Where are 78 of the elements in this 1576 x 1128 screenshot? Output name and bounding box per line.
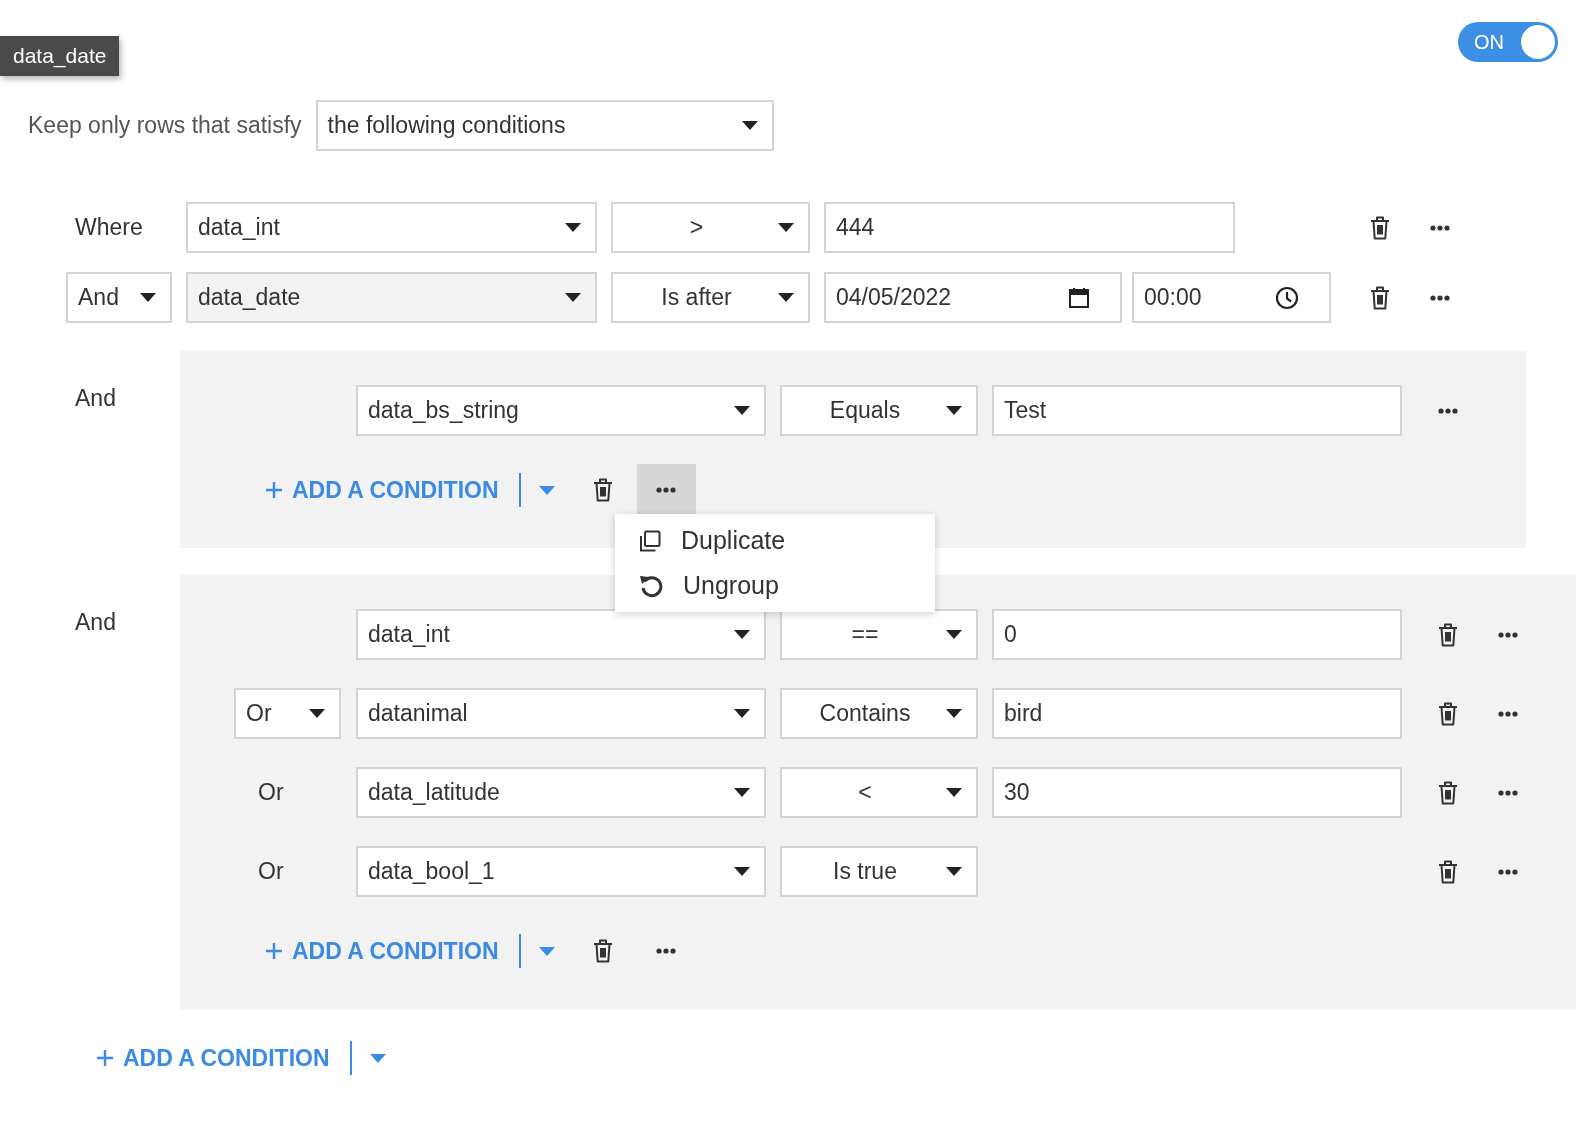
caret-icon — [946, 630, 962, 639]
column-dropdown[interactable]: datanimal — [356, 688, 766, 739]
column-dropdown[interactable]: data_int — [356, 609, 766, 660]
caret-icon — [309, 709, 325, 718]
mode-dropdown[interactable]: the following conditions — [315, 100, 774, 151]
conjunction-label: Or — [257, 779, 284, 806]
caret-icon — [946, 709, 962, 718]
trash-icon[interactable] — [1438, 701, 1458, 726]
trash-icon[interactable] — [1438, 780, 1458, 805]
operator-dropdown[interactable]: < — [780, 767, 978, 818]
caret-icon — [734, 630, 750, 639]
caret-icon — [734, 709, 750, 718]
plus-icon — [266, 482, 282, 498]
caret-icon — [369, 1053, 386, 1063]
more-icon[interactable] — [1498, 710, 1518, 717]
value-field[interactable]: bird — [992, 688, 1402, 739]
caret-icon — [734, 788, 750, 797]
calendar-icon[interactable] — [1068, 286, 1090, 309]
more-icon[interactable] — [1498, 789, 1518, 796]
column-dropdown[interactable]: data_date — [186, 272, 597, 323]
operator-dropdown[interactable]: Is after — [611, 272, 810, 323]
date-field[interactable]: 04/05/2022 — [824, 272, 1122, 323]
trash-icon[interactable] — [592, 939, 613, 963]
conjunction-dropdown[interactable]: Or — [234, 688, 341, 739]
conjunction-label: Or — [257, 858, 284, 885]
conjunction-label: Where — [74, 214, 143, 241]
column-dropdown[interactable]: data_latitude — [356, 767, 766, 818]
operator-dropdown[interactable]: Contains — [780, 688, 978, 739]
value-field[interactable]: 0 — [992, 609, 1402, 660]
trash-icon[interactable] — [1370, 285, 1390, 310]
trash-icon[interactable] — [592, 478, 613, 502]
rotate-icon — [639, 573, 663, 598]
column-dropdown[interactable]: data_int — [186, 202, 597, 253]
caret-icon — [778, 223, 794, 232]
caret-icon — [538, 946, 555, 956]
menu-item[interactable]: Duplicate — [615, 518, 935, 563]
tooltip: data_date — [0, 36, 120, 76]
caret-icon — [565, 293, 581, 302]
caret-icon — [741, 121, 758, 130]
conjunction-dropdown[interactable]: And — [66, 272, 172, 323]
value-field[interactable]: 444 — [824, 202, 1235, 253]
operator-dropdown[interactable]: Is true — [780, 846, 978, 897]
copy-icon — [639, 529, 661, 552]
more-icon[interactable] — [1430, 294, 1450, 301]
trash-icon[interactable] — [1438, 622, 1458, 647]
more-icon[interactable] — [1498, 631, 1518, 638]
caret-icon — [565, 223, 581, 232]
value-field[interactable]: Test — [992, 385, 1402, 436]
operator-dropdown[interactable]: Equals — [780, 385, 978, 436]
conjunction-label: And — [74, 384, 117, 412]
keep-rows-label: Keep only rows that satisfy — [28, 112, 302, 139]
more-button[interactable] — [636, 464, 696, 516]
more-icon — [656, 948, 677, 954]
caret-icon — [538, 485, 555, 495]
clock-icon[interactable] — [1275, 285, 1299, 310]
caret-icon — [946, 788, 962, 797]
trash-icon[interactable] — [1438, 859, 1458, 884]
column-dropdown[interactable]: data_bs_string — [356, 385, 766, 436]
caret-icon — [734, 867, 750, 876]
value-field[interactable]: 30 — [992, 767, 1402, 818]
caret-icon — [946, 867, 962, 876]
conjunction-label: And — [74, 608, 117, 636]
column-dropdown[interactable]: data_bool_1 — [356, 846, 766, 897]
more-icon[interactable] — [1498, 868, 1518, 875]
operator-dropdown[interactable]: > — [611, 202, 810, 253]
operator-dropdown[interactable]: == — [780, 609, 978, 660]
caret-icon — [778, 293, 794, 302]
menu-item[interactable]: Ungroup — [615, 563, 935, 608]
caret-icon — [140, 293, 156, 302]
more-icon[interactable] — [1430, 224, 1450, 231]
plus-icon — [266, 943, 282, 959]
caret-icon — [946, 406, 962, 415]
plus-icon — [97, 1050, 113, 1066]
time-field[interactable]: 00:00 — [1132, 272, 1331, 323]
caret-icon — [734, 406, 750, 415]
more-icon[interactable] — [1438, 407, 1458, 414]
more-icon — [656, 487, 677, 493]
trash-icon[interactable] — [1370, 215, 1390, 240]
